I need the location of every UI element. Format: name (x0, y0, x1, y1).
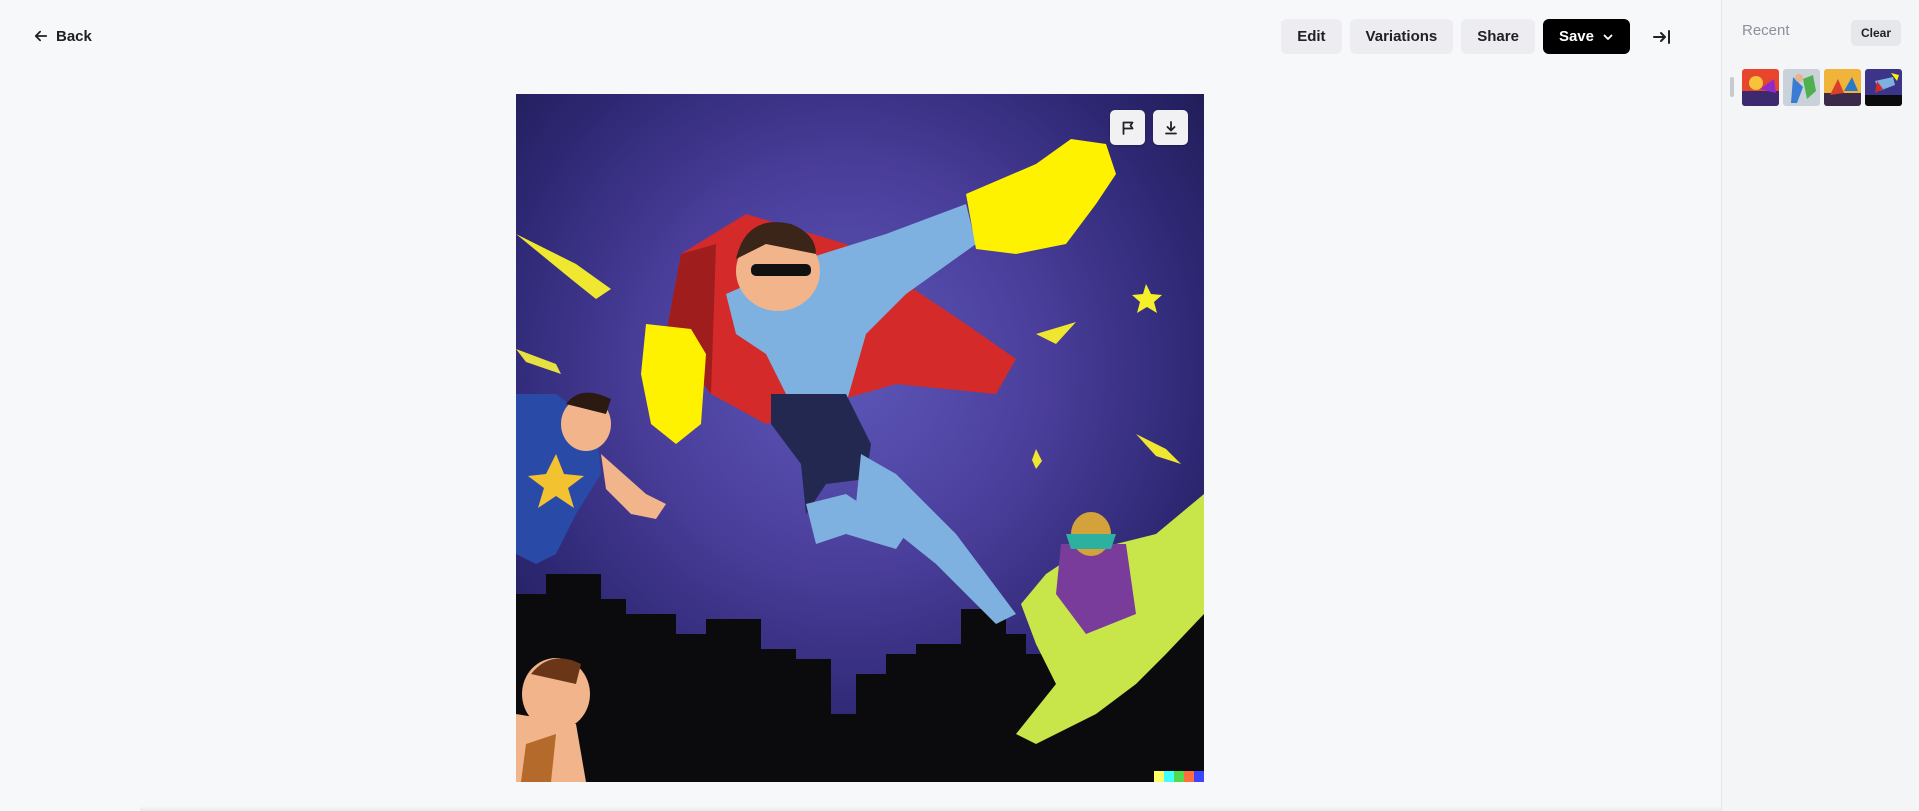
flag-icon (1122, 121, 1133, 135)
back-button[interactable]: Back (34, 24, 92, 48)
signature-watermark (1154, 771, 1204, 782)
arrow-left-icon (34, 30, 48, 42)
report-button[interactable] (1110, 110, 1145, 145)
recent-thumb-2[interactable] (1783, 69, 1820, 106)
save-button[interactable]: Save (1542, 19, 1630, 54)
variations-button[interactable]: Variations (1349, 19, 1454, 54)
collapse-right-icon (1653, 29, 1670, 44)
share-button[interactable]: Share (1461, 19, 1535, 54)
download-icon (1164, 120, 1177, 134)
watermark-swatch (1174, 771, 1184, 782)
thumbnail-image (1783, 69, 1820, 106)
main-area: Back Edit Variations Share Save (0, 0, 1721, 811)
recent-thumb-1[interactable] (1742, 69, 1779, 106)
generated-image[interactable] (516, 94, 1204, 782)
save-label: Save (1558, 28, 1594, 45)
recent-heading: Recent (1742, 22, 1790, 39)
recent-thumbnails (1742, 69, 1902, 106)
recent-sidebar: Recent Clear (1721, 0, 1919, 811)
thumbnail-image (1865, 69, 1902, 106)
watermark-swatch (1194, 771, 1204, 782)
superhero-illustration (516, 139, 1204, 782)
recent-thumb-3[interactable] (1824, 69, 1861, 106)
clear-history-button[interactable]: Clear (1850, 20, 1901, 46)
thumbnail-image (1824, 69, 1861, 106)
recent-thumb-4[interactable] (1865, 69, 1902, 106)
watermark-swatch (1164, 771, 1174, 782)
watermark-swatch (1154, 771, 1164, 782)
collapse-sidebar-button[interactable] (1646, 21, 1678, 53)
watermark-swatch (1184, 771, 1194, 782)
chevron-down-icon (1603, 34, 1613, 40)
download-button[interactable] (1153, 110, 1188, 145)
bottom-shadow (140, 806, 1721, 811)
edit-button[interactable]: Edit (1281, 19, 1342, 54)
image-actions (1110, 110, 1188, 145)
toolbar: Edit Variations Share Save (1281, 19, 1678, 54)
back-label: Back (56, 27, 92, 45)
scrollbar-thumb[interactable] (1730, 77, 1734, 97)
thumbnail-image (1742, 69, 1779, 106)
